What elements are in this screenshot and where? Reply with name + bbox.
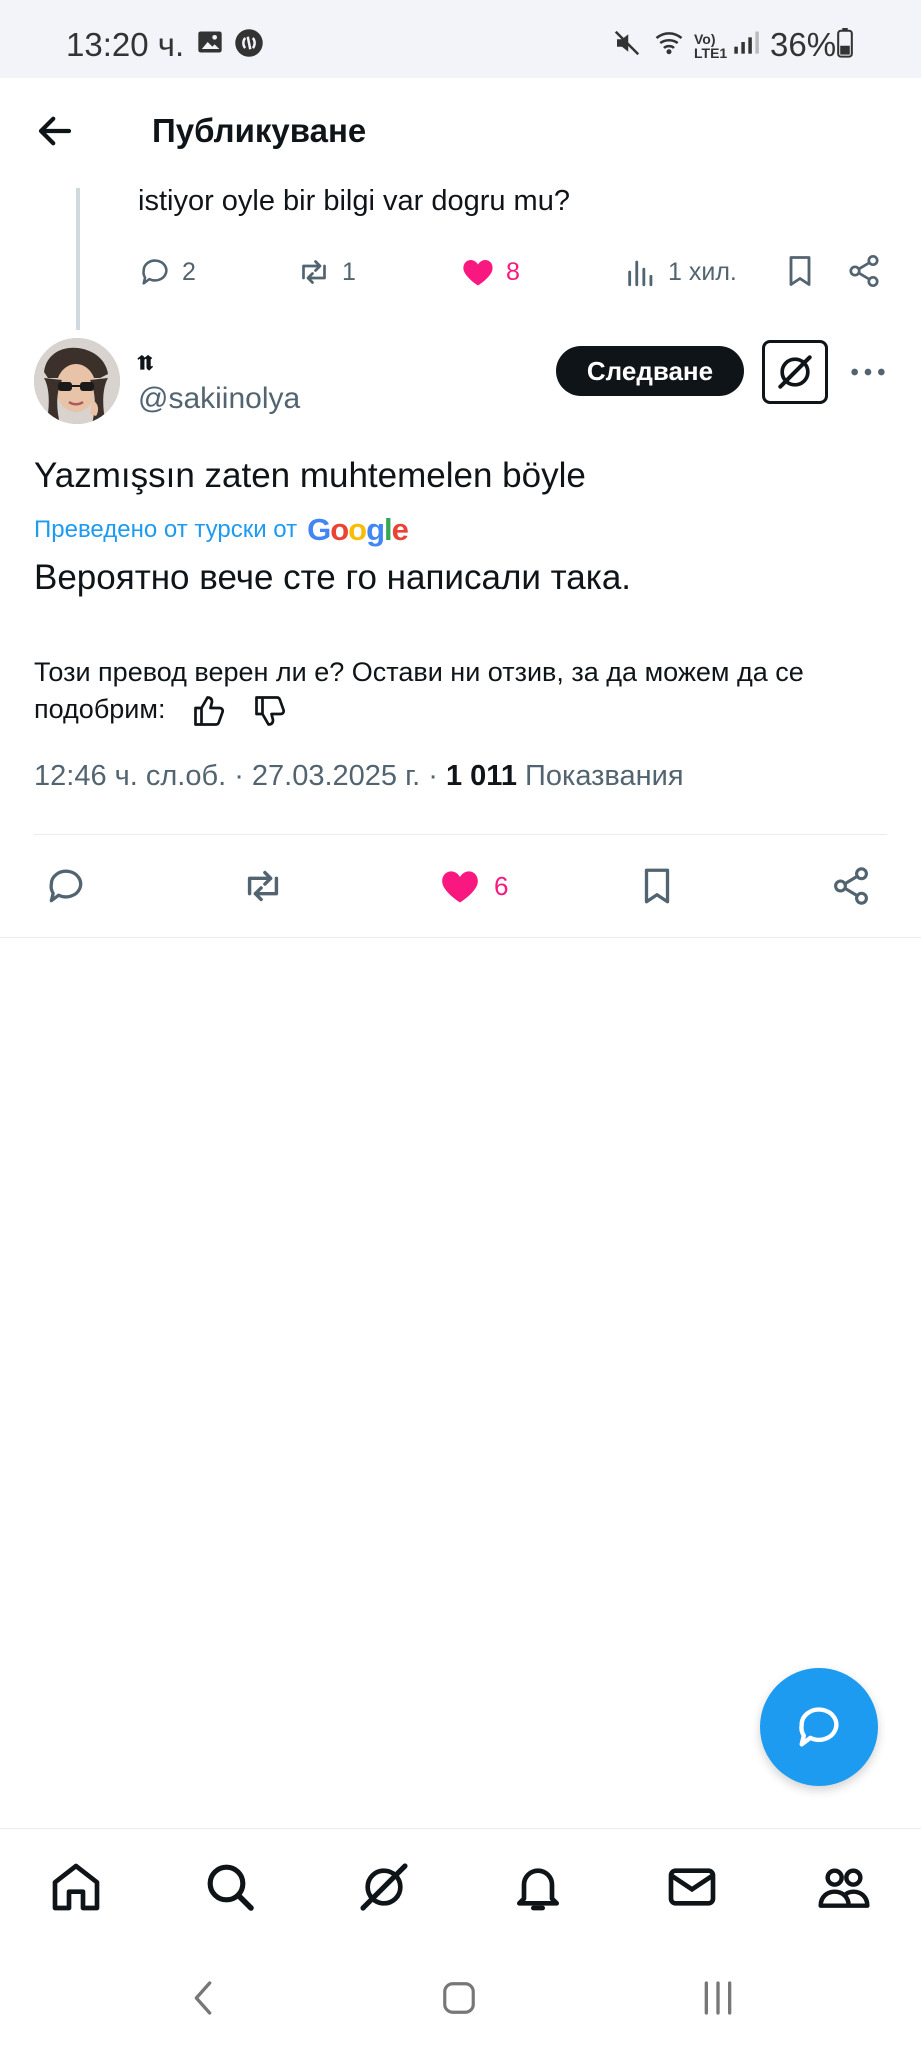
- follow-button[interactable]: Следване: [556, 346, 744, 396]
- messages-envelope-icon[interactable]: [664, 1859, 720, 1915]
- grok-button[interactable]: [762, 340, 828, 404]
- mute-icon: [614, 30, 640, 56]
- tweet-date: 27.03.2025 г.: [251, 760, 421, 792]
- parent-tweet-text: istiyor oyle bir bilgi var dogru mu?: [138, 185, 570, 217]
- share-icon[interactable]: [846, 252, 882, 290]
- repost-icon: [247, 870, 279, 902]
- network-label: Vo) LTE1: [694, 31, 728, 61]
- heart-filled-icon: [463, 260, 493, 286]
- parent-repost-count: 1: [342, 257, 356, 286]
- display-name[interactable]: 𝖓: [138, 344, 152, 378]
- thumbs-down-icon[interactable]: [252, 693, 288, 729]
- grok-icon[interactable]: [356, 1859, 412, 1915]
- parent-repost-button[interactable]: 1: [296, 250, 356, 294]
- tweet-actions: 6: [0, 862, 921, 910]
- more-options-icon[interactable]: [848, 352, 888, 392]
- divider: [0, 937, 921, 938]
- tweet-time: 12:46 ч. сл.об.: [34, 760, 227, 792]
- translated-by-label: Преведено от турски от: [34, 516, 298, 543]
- thumbs-up-icon[interactable]: [191, 693, 227, 729]
- parent-views-count: 1 хил.: [668, 257, 737, 286]
- shazam-icon: [235, 29, 263, 57]
- repost-icon: [302, 260, 326, 284]
- like-button[interactable]: 6: [438, 862, 508, 910]
- translation-feedback: Този превод верен ли е? Остави ни отзив,…: [34, 654, 894, 729]
- battery-level: 36%: [770, 26, 837, 63]
- share-icon: [834, 867, 868, 905]
- parent-reply-button[interactable]: 2: [138, 250, 196, 294]
- user-handle[interactable]: @sakiinolya: [138, 382, 300, 416]
- thread-connector-line: [76, 188, 80, 330]
- tweet-meta: 12:46 ч. сл.об. · 27.03.2025 г. · 1 011 …: [34, 760, 684, 793]
- back-arrow-icon[interactable]: [34, 110, 76, 152]
- meta-separator: ·: [234, 760, 252, 792]
- new-message-icon: [799, 1707, 839, 1747]
- search-icon[interactable]: [202, 1859, 258, 1915]
- bookmark-icon[interactable]: [782, 252, 818, 290]
- tweet-original-text: Yazmışsın zaten muhtemelen böyle: [34, 456, 586, 495]
- parent-reply-count: 2: [182, 257, 196, 286]
- share-button[interactable]: [830, 862, 872, 910]
- parent-like-button[interactable]: 8: [460, 250, 520, 294]
- page-title: Публикуване: [152, 112, 367, 149]
- system-navigation-bar: [0, 1948, 921, 2048]
- battery-icon: [837, 28, 853, 58]
- bookmark-button[interactable]: [636, 862, 678, 910]
- heart-filled-icon: [442, 871, 478, 903]
- system-recents-icon[interactable]: [698, 1978, 738, 2018]
- bottom-navigation: [0, 1828, 921, 1948]
- gallery-icon: [198, 31, 222, 53]
- notifications-bell-icon[interactable]: [510, 1859, 566, 1915]
- google-logo: Google: [307, 512, 409, 547]
- analytics-icon: [628, 260, 653, 287]
- parent-views-button[interactable]: 1 хил.: [624, 250, 737, 294]
- parent-tweet-actions: 2 1 8 1 хил.: [138, 250, 898, 294]
- communities-icon[interactable]: [816, 1859, 872, 1915]
- meta-separator: ·: [428, 760, 446, 792]
- translation-attribution[interactable]: Преведено от турски от Google: [34, 512, 409, 548]
- parent-like-count: 8: [506, 257, 520, 286]
- like-count: 6: [494, 870, 509, 901]
- repost-button[interactable]: [240, 862, 286, 910]
- tweet-views-label[interactable]: Показвания: [525, 760, 684, 792]
- tweet-translated-text: Вероятно вече сте го написали така.: [34, 558, 632, 597]
- feedback-prompt: Този превод верен ли е? Остави ни отзив,…: [34, 657, 804, 724]
- tweet-view-count: 1 011: [445, 760, 517, 792]
- avatar[interactable]: [34, 338, 120, 424]
- divider: [34, 834, 887, 835]
- compose-reply-fab[interactable]: [760, 1668, 878, 1786]
- status-time: 13:20 ч.: [66, 26, 185, 63]
- reply-button[interactable]: [44, 862, 88, 910]
- system-home-icon[interactable]: [440, 1978, 478, 2018]
- reply-icon: [49, 869, 83, 903]
- signal-icon: [734, 31, 759, 54]
- system-back-icon[interactable]: [188, 1978, 218, 2018]
- reply-icon: [142, 259, 168, 285]
- wifi-icon: [655, 32, 683, 55]
- home-icon[interactable]: [48, 1859, 104, 1915]
- top-app-bar: Публикуване: [0, 78, 921, 188]
- bookmark-icon: [644, 868, 670, 904]
- status-bar: 13:20 ч. Vo) LTE1 36%: [0, 0, 921, 78]
- grok-icon: [778, 355, 812, 389]
